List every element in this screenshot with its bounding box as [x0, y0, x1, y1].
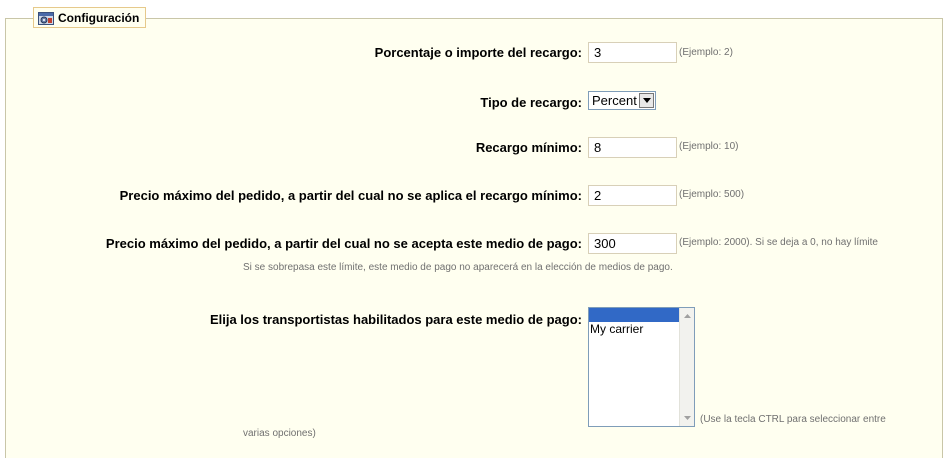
- max-order-accept-label: Precio máximo del pedido, a partir del c…: [105, 236, 582, 251]
- carriers-hint: (Use la tecla CTRL para seleccionar entr…: [700, 414, 886, 425]
- fieldset-legend: Configuración: [33, 7, 147, 28]
- max-order-accept-note: Si se sobrepasa este límite, este medio …: [243, 262, 673, 273]
- max-order-min-label: Precio máximo del pedido, a partir del c…: [119, 188, 582, 203]
- surcharge-input[interactable]: [588, 42, 677, 63]
- min-surcharge-input[interactable]: [588, 137, 677, 158]
- surcharge-type-value: Percent: [592, 93, 637, 108]
- carriers-listbox[interactable]: My carrier: [588, 307, 695, 427]
- scroll-down-icon[interactable]: [680, 411, 694, 425]
- carriers-hint-continued: varias opciones): [243, 428, 316, 439]
- carriers-label: Elija los transportistas habilitados par…: [209, 312, 582, 327]
- min-surcharge-label: Recargo mínimo:: [475, 140, 582, 155]
- max-order-accept-input[interactable]: [588, 233, 677, 254]
- surcharge-label: Porcentaje o importe del recargo:: [374, 45, 582, 60]
- max-order-accept-hint: (Ejemplo: 2000). Si se deja a 0, no hay …: [679, 237, 878, 248]
- scroll-up-icon[interactable]: [680, 309, 694, 323]
- fieldset-title: Configuración: [58, 10, 140, 25]
- max-order-min-hint: (Ejemplo: 500): [679, 189, 745, 200]
- settings-icon: [38, 11, 54, 25]
- listbox-scrollbar[interactable]: [679, 308, 694, 426]
- chevron-down-icon[interactable]: [639, 93, 654, 108]
- min-surcharge-hint: (Ejemplo: 10): [679, 141, 739, 152]
- surcharge-hint: (Ejemplo: 2): [679, 47, 733, 58]
- surcharge-type-label: Tipo de recargo:: [480, 95, 582, 110]
- surcharge-type-select[interactable]: Percent: [588, 91, 656, 110]
- max-order-min-input[interactable]: [588, 185, 677, 206]
